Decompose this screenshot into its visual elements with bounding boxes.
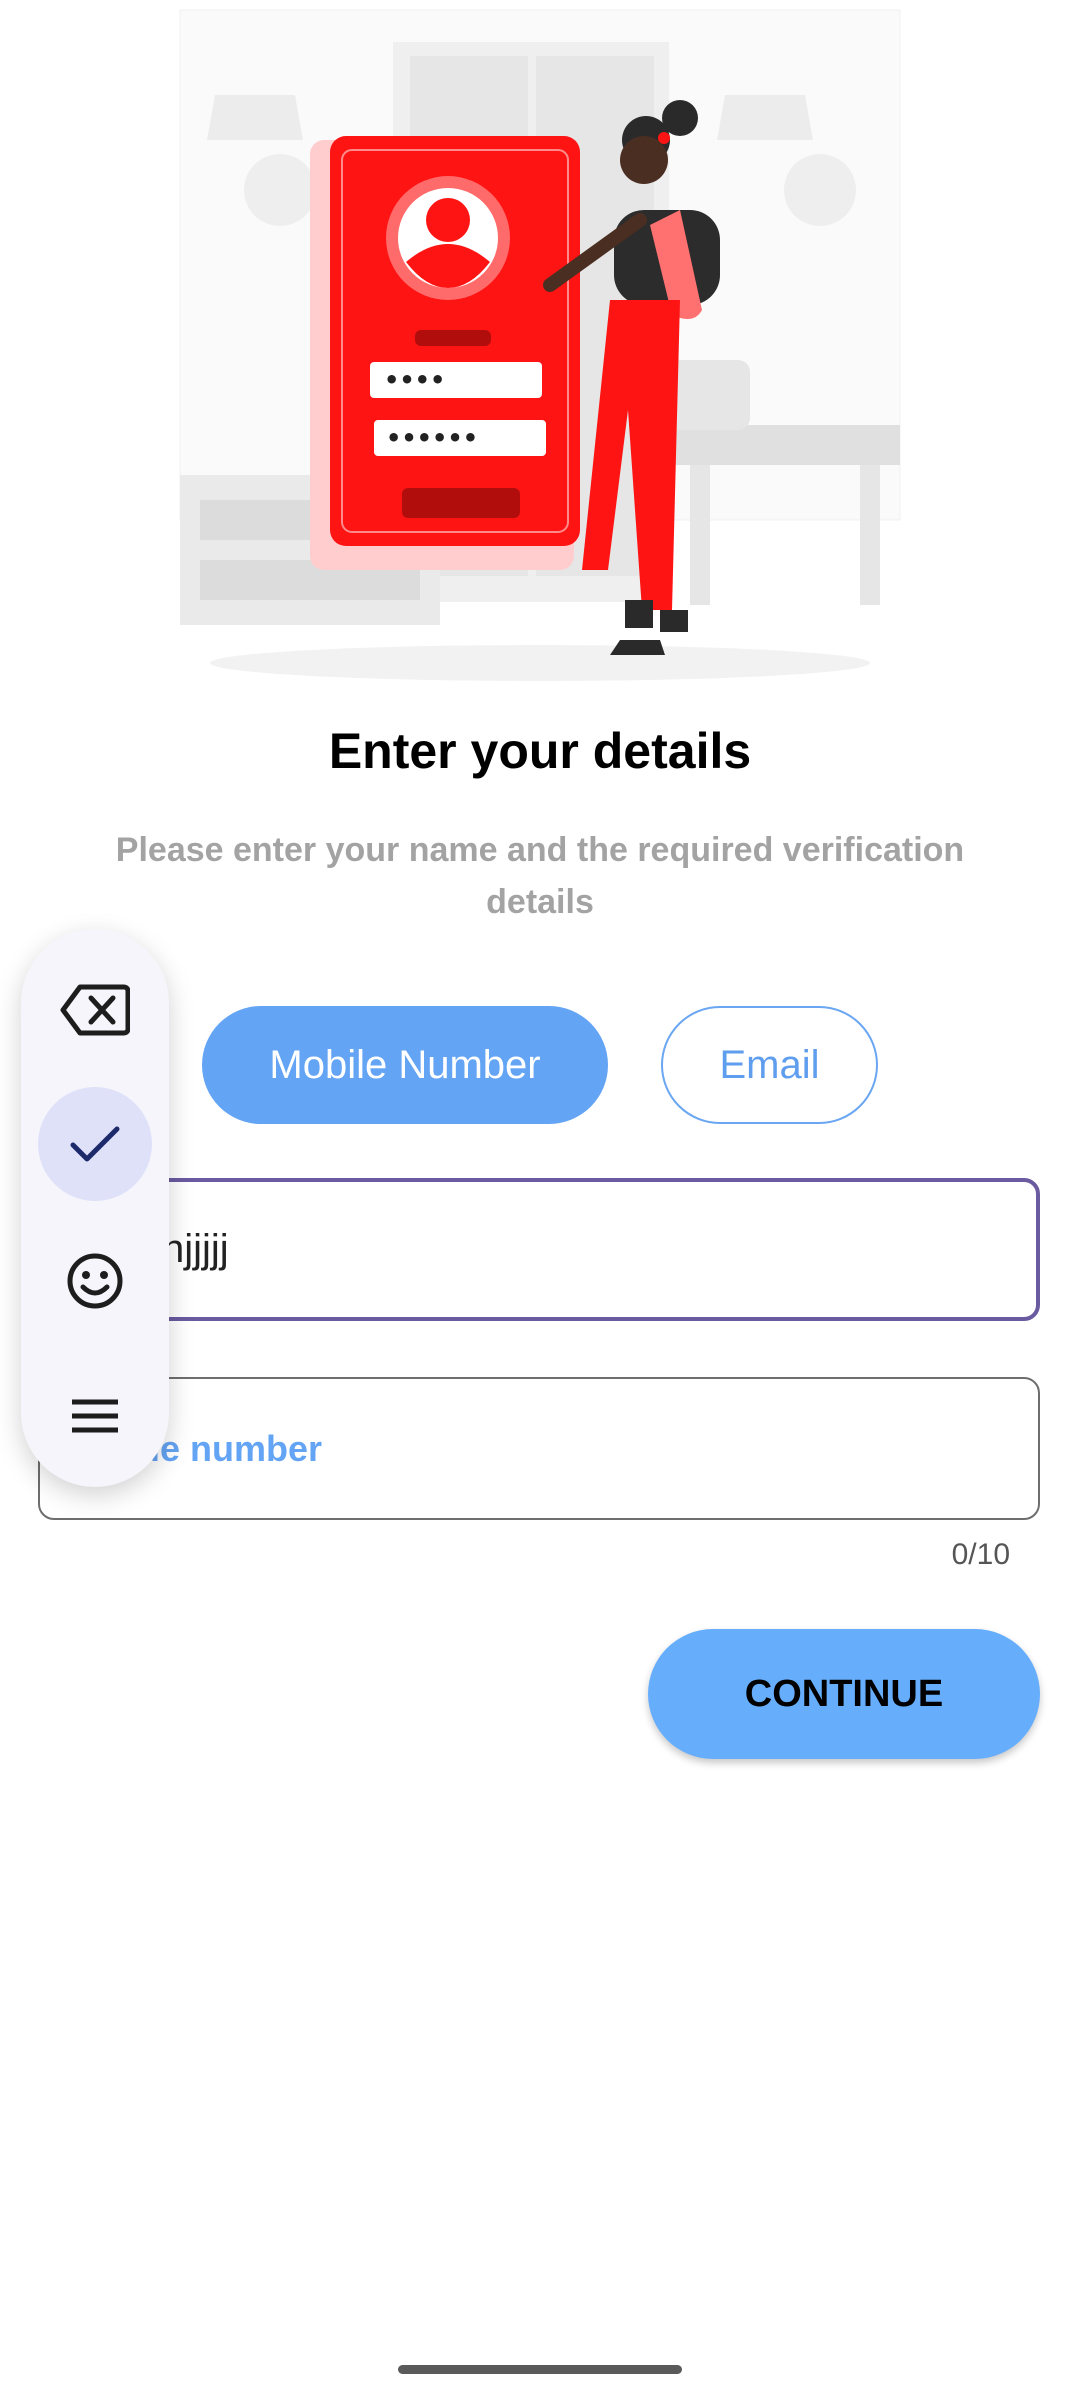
password-dots-short: •••• [384,366,445,394]
menu-icon[interactable] [38,1359,152,1473]
home-indicator[interactable] [398,2365,682,2374]
check-icon[interactable] [38,1087,152,1201]
mobile-number-input[interactable]: ile number [38,1377,1040,1520]
continue-button[interactable]: CONTINUE [648,1629,1040,1759]
mobile-number-toggle[interactable]: Mobile Number [202,1006,608,1124]
name-input[interactable]: hjjjjj [38,1178,1040,1321]
name-input-value: hjjjjj [162,1227,229,1271]
email-toggle[interactable]: Email [661,1006,878,1124]
emoji-icon[interactable] [38,1224,152,1338]
page-subtitle: Please enter your name and the required … [115,831,965,921]
password-dots-long: •••••• [386,424,478,452]
login-illustration: •••• •••••• [179,9,901,681]
backspace-icon[interactable] [38,953,152,1067]
mobile-character-counter: 0/10 [951,1538,1010,1571]
keyboard-toolbar [21,929,169,1487]
page-title: Enter your details [328,723,752,779]
